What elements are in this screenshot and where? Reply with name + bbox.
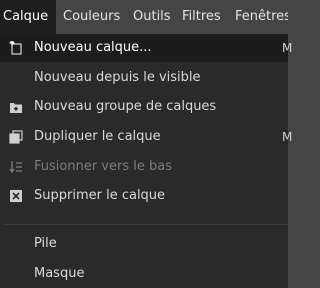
menu-outils[interactable]: Outils: [130, 0, 174, 34]
menu-item-stack[interactable]: Pile: [0, 230, 288, 258]
menu-filtres[interactable]: Filtres: [179, 0, 224, 34]
layer-group-icon: [10, 103, 22, 113]
menu-item-label: Nouveau depuis le visible: [34, 70, 201, 85]
menu-item-label: Nouveau calque...: [34, 40, 152, 55]
menu-separator: [4, 224, 288, 225]
menu-calque[interactable]: Calque: [0, 0, 56, 34]
menubar: Calque Couleurs Outils Filtres Fenêtres: [0, 0, 288, 34]
menu-item-label: Pile: [34, 236, 57, 251]
menu-item-label: Fusionner vers le bas: [34, 159, 172, 174]
shortcut: M: [282, 130, 293, 144]
delete-icon: [10, 190, 22, 202]
shortcut: M: [282, 41, 293, 55]
menu-item-label: Masque: [34, 266, 85, 281]
menu-item-duplicate-layer[interactable]: Dupliquer le calque M: [0, 123, 292, 151]
layer-menu-dropdown: Nouveau calque... M Nouveau depuis le vi…: [0, 34, 292, 288]
duplicate-icon: [9, 130, 23, 144]
menu-item-label: Dupliquer le calque: [34, 129, 161, 144]
merge-down-icon: [9, 161, 22, 174]
menu-item-new-layer[interactable]: Nouveau calque... M: [0, 34, 292, 62]
menu-fenetres[interactable]: Fenêtres: [232, 0, 288, 34]
new-layer-icon: [9, 41, 22, 55]
menu-item-new-from-visible[interactable]: Nouveau depuis le visible: [0, 64, 288, 92]
menu-couleurs[interactable]: Couleurs: [60, 0, 123, 34]
menu-item-merge-down[interactable]: Fusionner vers le bas: [0, 153, 288, 181]
menu-item-label: Supprimer le calque: [34, 188, 166, 203]
menu-item-delete-layer[interactable]: Supprimer le calque: [0, 182, 288, 210]
menu-item-label: Nouveau groupe de calques: [34, 99, 217, 114]
menu-item-new-layer-group[interactable]: Nouveau groupe de calques: [0, 93, 288, 121]
menu-item-mask[interactable]: Masque: [0, 260, 288, 288]
